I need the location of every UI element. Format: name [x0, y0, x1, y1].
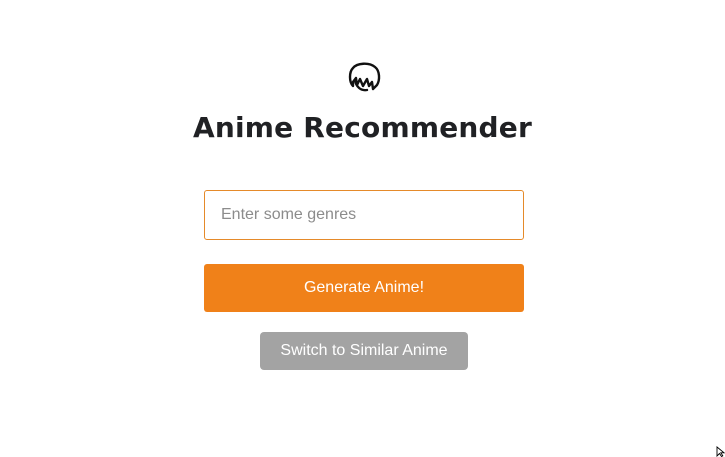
mouse-cursor-icon: [716, 446, 725, 457]
switch-to-similar-button[interactable]: Switch to Similar Anime: [260, 332, 468, 370]
page: Anime Recommender Generate Anime! Switch…: [0, 0, 725, 457]
generate-anime-button[interactable]: Generate Anime!: [204, 264, 524, 312]
page-title: Anime Recommender: [192, 111, 533, 144]
genre-input[interactable]: [204, 190, 524, 240]
anime-head-icon: [348, 62, 381, 92]
